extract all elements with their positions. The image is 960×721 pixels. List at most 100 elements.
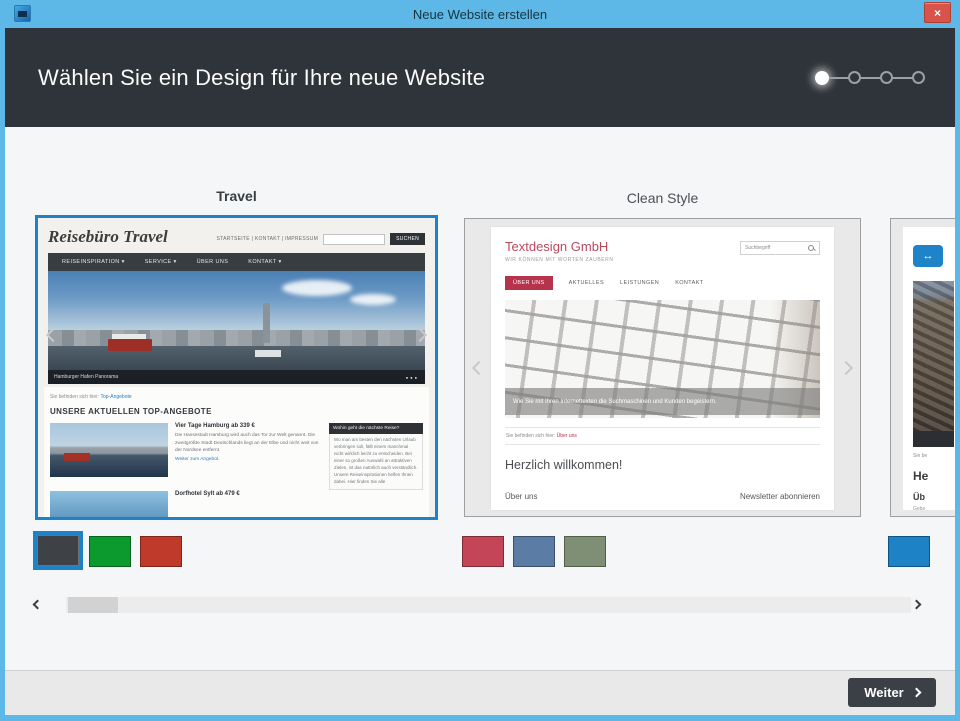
step-2-indicator [848,71,861,84]
step-connector [861,77,880,79]
clean-carousel-prev-icon[interactable] [470,363,484,377]
article-title: Vier Tage Hamburg ab 339 € [175,423,321,429]
travel-preview-hero-photo: Hamburger Hafen Panorama ●●● [48,271,425,384]
third-preview-heading: He [913,469,954,483]
clean-nav-item-active: ÜBER UNS [505,276,553,290]
travel-color-swatch-green[interactable] [89,536,131,567]
travel-preview-topbar: STARTSEITE | KONTAKT | IMPRESSUM SUCHEN [217,233,425,247]
third-breadcrumb: Sie be [913,453,954,459]
clean-preview-nav: ÜBER UNS AKTUELLES LEISTUNGEN KONTAKT [505,276,820,290]
boat-shape [108,339,152,351]
article-link: Weiter zum Angebot. [175,457,321,462]
clean-color-swatch-green[interactable] [564,536,606,567]
clean-preview-heading: Herzlich willkommen! [505,458,820,472]
sidebar-text: Wo man am besten den nächsten Urlaub ver… [329,434,423,490]
clean-nav-item: KONTAKT [675,280,703,286]
template-label-clean-style: Clean Style [464,190,861,206]
travel-article-2: Dorfhotel Sylt ab 479 € [50,491,321,520]
next-button[interactable]: Weiter [848,678,936,707]
third-preview-subheading: Üb [913,492,954,502]
clean-preview-branding: Textdesign GmbH WIR KÖNNEN MIT WORTEN ZA… [505,239,614,263]
clean-nav-item: AKTUELLES [569,280,604,286]
clean-preview-search-input: Suchbegriff [740,241,820,255]
step-connector [829,77,848,79]
design-gallery: Travel Clean Style Reisebüro Travel STAR… [5,127,955,670]
clean-breadcrumb: Sie befinden sich hier: Über uns [505,427,820,445]
clean-preview-keyboard-photo: Wie Sie mit Ihren Internettexten die Suc… [505,300,820,418]
travel-preview-body: Sie befinden sich hier: Top-Angebote UNS… [44,387,429,520]
clean-color-swatch-blue[interactable] [513,536,555,567]
travel-preview-search-button: SUCHEN [390,233,425,245]
next-button-label: Weiter [864,685,904,700]
wizard-header: Wählen Sie ein Design für Ihre neue Webs… [5,28,955,127]
article-title: Dorfhotel Sylt ab 479 € [175,491,240,518]
step-connector [893,77,912,79]
clean-footer-link: Über uns [505,492,537,501]
third-preview-text: Gebe [913,506,954,512]
arrows-icon: ↔ [913,245,943,267]
third-preview-rock-photo [913,281,954,447]
new-website-dialog: Neue Website erstellen × Wählen Sie ein … [0,0,960,721]
travel-photo-caption: Hamburger Hafen Panorama [54,374,118,380]
clean-carousel-next-icon[interactable] [841,363,855,377]
travel-article-2-photo [50,491,168,520]
article-text: Die Hansestadt Hamburg wird auch das Tor… [175,432,321,455]
clean-nav-item: LEISTUNGEN [620,280,659,286]
travel-preview-nav: REISEINSPIRATION ▾ SERVICE ▾ ÜBER UNS KO… [48,253,425,271]
travel-preview-header: Reisebüro Travel STARTSEITE | KONTAKT | … [38,218,435,251]
scroll-right-icon[interactable] [911,597,927,613]
travel-color-swatch-red[interactable] [140,536,182,567]
breadcrumb-link: Top-Angebote [101,394,132,400]
clean-footer-link: Newsletter abonnieren [740,492,820,501]
travel-photo-caption-bar: Hamburger Hafen Panorama ●●● [48,370,425,384]
dialog-footer: Weiter [5,670,955,715]
cloud-shape [282,280,352,296]
scrollbar-track[interactable] [66,597,911,613]
third-color-swatch-blue[interactable] [888,536,930,567]
breadcrumb-prefix: Sie befinden sich hier: [50,394,99,400]
travel-preview-search-input [323,234,385,245]
slider-dots: ●●● [406,375,419,380]
chevron-right-icon [911,688,921,698]
cloud-shape [350,294,396,305]
travel-nav-item: SERVICE ▾ [145,259,177,265]
travel-preview-logo: Reisebüro Travel [48,227,168,247]
template-card-clean-style[interactable]: Textdesign GmbH WIR KÖNNEN MIT WORTEN ZA… [464,218,861,517]
travel-nav-item: KONTAKT ▾ [248,259,281,265]
boat-shape [255,350,281,357]
close-icon: × [934,7,941,19]
travel-preview-toplinks: STARTSEITE | KONTAKT | IMPRESSUM [217,236,319,242]
template-label-travel: Travel [35,188,438,204]
third-photo-caption-bar [913,431,954,447]
wizard-progress [815,71,925,85]
clean-preview-footer: Über uns Newsletter abonnieren [505,492,820,501]
app-icon [14,5,31,22]
skyline-shape [48,330,425,347]
search-placeholder: Suchbegriff [745,245,770,251]
step-3-indicator [880,71,893,84]
step-4-indicator [912,71,925,84]
clean-preview-logo: Textdesign GmbH [505,239,614,254]
tower-shape [263,303,270,344]
clean-color-swatch-red[interactable] [462,536,504,567]
swatch-color [37,535,79,566]
breadcrumb-link: Über uns [557,433,577,439]
scroll-left-icon[interactable] [29,597,45,613]
clean-preview-page: Textdesign GmbH WIR KÖNNEN MIT WORTEN ZA… [491,227,834,510]
travel-carousel-prev-icon[interactable] [44,330,58,344]
travel-nav-item: REISEINSPIRATION ▾ [62,259,125,265]
template-card-travel[interactable]: Reisebüro Travel STARTSEITE | KONTAKT | … [35,215,438,520]
page-title: Wählen Sie ein Design für Ihre neue Webs… [38,65,485,91]
travel-nav-item: ÜBER UNS [197,259,229,265]
scrollbar-thumb[interactable] [68,597,118,613]
travel-preview-heading: UNSERE AKTUELLEN TOP-ANGEBOTE [48,404,425,423]
gallery-scrollbar [5,597,955,613]
travel-breadcrumb: Sie befinden sich hier: Top-Angebote [48,390,425,404]
travel-color-swatch-selected[interactable] [33,531,83,570]
step-1-indicator [815,71,829,85]
breadcrumb-prefix: Sie befinden sich hier: [506,433,555,439]
travel-carousel-next-icon[interactable] [415,330,429,344]
template-card-partial[interactable]: ↔ Sie be He Üb Gebe [890,218,955,517]
close-button[interactable]: × [924,2,951,23]
titlebar[interactable]: Neue Website erstellen × [0,0,960,28]
